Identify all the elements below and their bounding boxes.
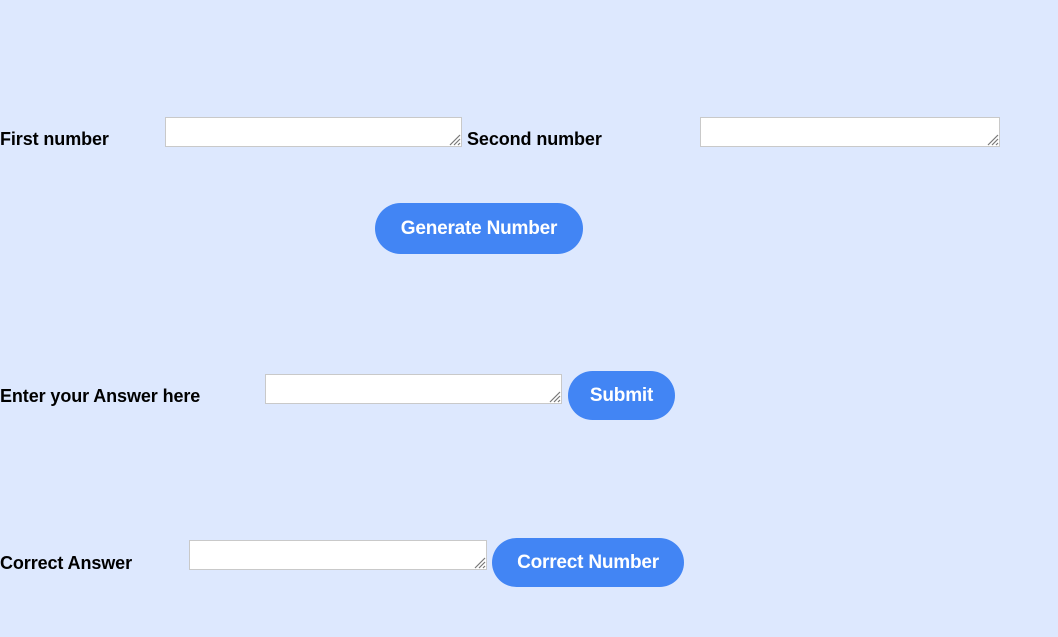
submit-button[interactable]: Submit bbox=[568, 371, 675, 420]
correct-answer-label: Correct Answer bbox=[0, 553, 132, 573]
correct-answer-input[interactable] bbox=[189, 540, 487, 570]
second-number-input[interactable] bbox=[700, 117, 1000, 147]
first-number-label: First number bbox=[0, 129, 109, 149]
generate-number-button[interactable]: Generate Number bbox=[375, 203, 583, 254]
correct-number-button[interactable]: Correct Number bbox=[492, 538, 684, 587]
app-root: First number Second number Generate Numb… bbox=[0, 0, 1058, 637]
answer-input[interactable] bbox=[265, 374, 562, 404]
second-number-label: Second number bbox=[467, 129, 602, 149]
first-number-input[interactable] bbox=[165, 117, 462, 147]
answer-label: Enter your Answer here bbox=[0, 386, 201, 406]
